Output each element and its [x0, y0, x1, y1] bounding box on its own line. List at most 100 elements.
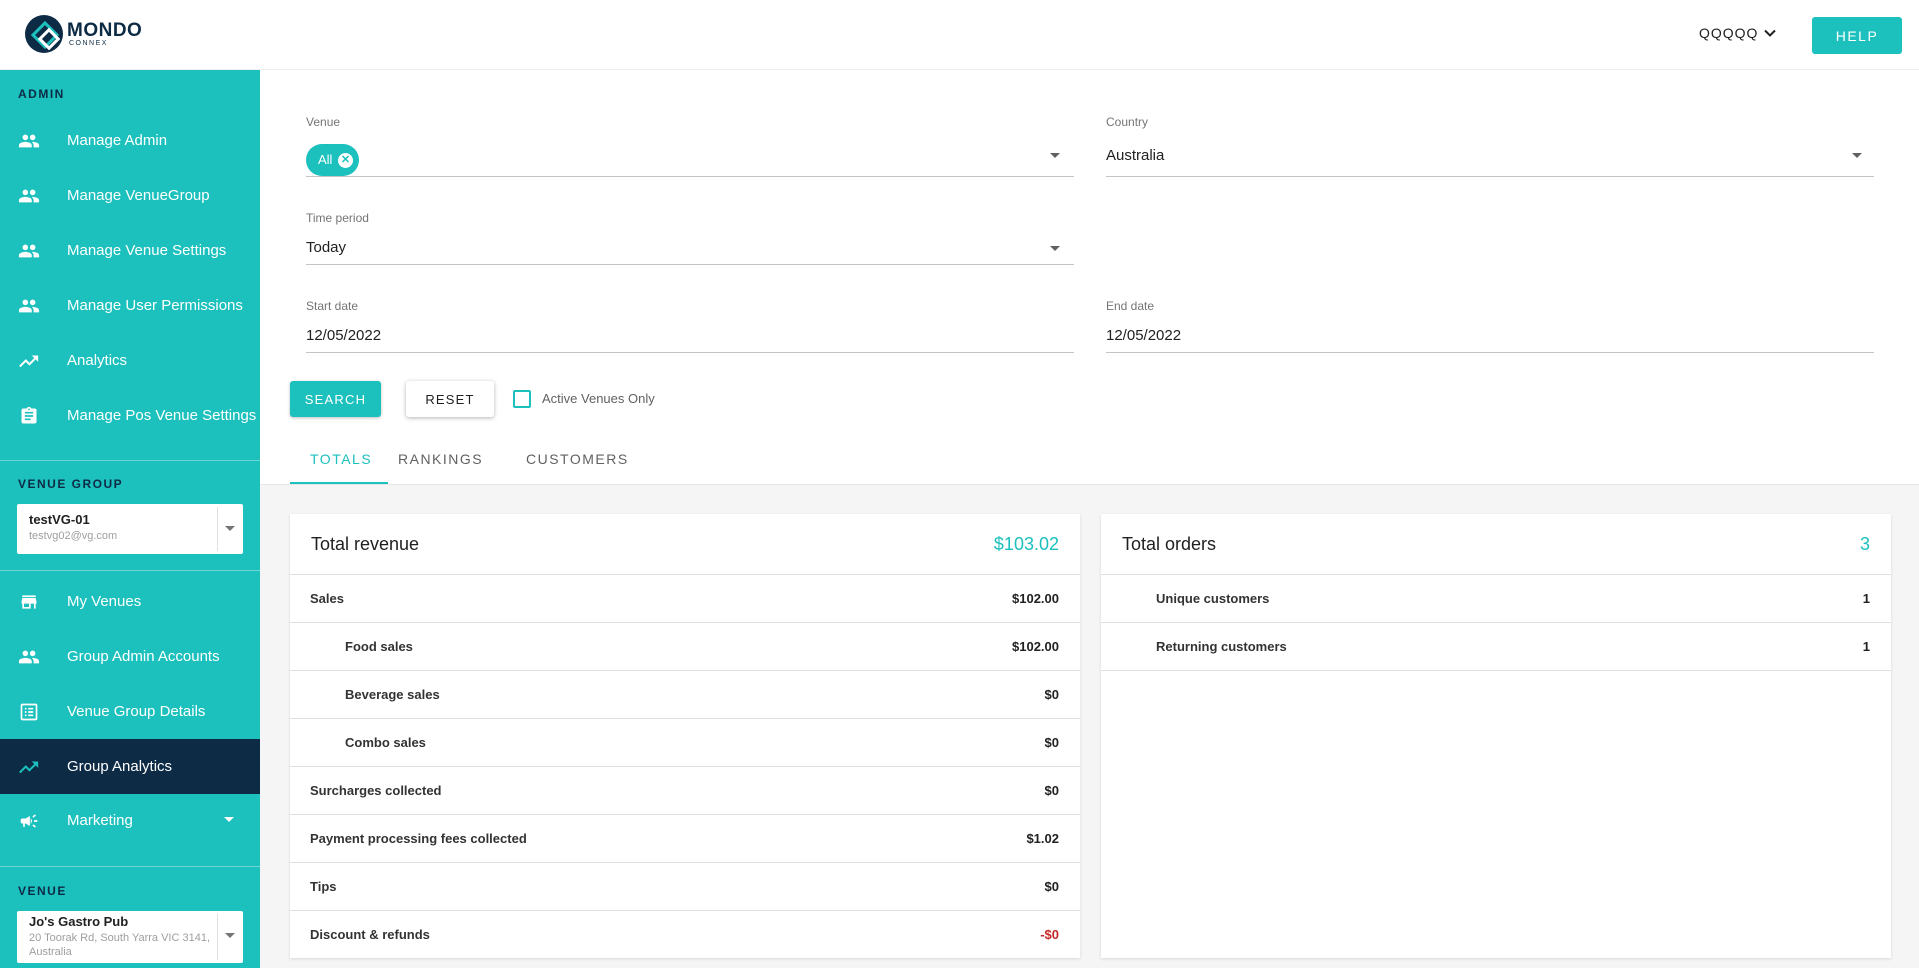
card-title: Total orders: [1122, 534, 1217, 554]
admin-section-title: ADMIN: [18, 87, 65, 101]
caret-down-icon: [224, 817, 234, 822]
time-period-label: Time period: [306, 211, 369, 225]
sidebar-item-marketing[interactable]: Marketing: [0, 793, 260, 848]
dropdown-arrow-icon: [1852, 153, 1862, 158]
store-icon: [18, 591, 40, 613]
sidebar-item-manage-venue-settings[interactable]: Manage Venue Settings: [0, 223, 260, 278]
sidebar-divider: [0, 570, 260, 571]
tab-rankings[interactable]: RANKINGS: [398, 440, 498, 484]
revenue-row-processing-fees: Payment processing fees collected $1.02: [290, 815, 1080, 863]
venue-group-name: testVG-01: [29, 512, 90, 527]
revenue-row-combo-sales: Combo sales $0: [290, 719, 1080, 767]
user-menu[interactable]: QQQQQ: [1699, 25, 1778, 41]
caret-down-icon: [225, 933, 235, 938]
card-title: Total revenue: [311, 534, 420, 554]
people-icon: [18, 646, 40, 668]
sidebar-item-label: Manage User Permissions: [67, 297, 243, 314]
venue-address: 20 Toorak Rd, South Yarra VIC 3141, Aust…: [29, 932, 211, 958]
venue-group-section-title: VENUE GROUP: [18, 477, 124, 491]
orders-row-unique-customers: Unique customers 1: [1101, 575, 1891, 623]
venue-select[interactable]: Jo's Gastro Pub 20 Toorak Rd, South Yarr…: [17, 911, 243, 963]
revenue-row-surcharges: Surcharges collected $0: [290, 767, 1080, 815]
orders-row-returning-customers: Returning customers 1: [1101, 623, 1891, 671]
card-total-value: 3: [1859, 534, 1870, 554]
sidebar-item-label: Marketing: [67, 812, 133, 829]
sidebar-item-label: Manage Admin: [67, 132, 168, 149]
mondo-connex-logo[interactable]: MONDO CONNEX: [25, 15, 142, 53]
sidebar: ADMIN Manage Admin Manage VenueGroup Man…: [0, 70, 260, 968]
sidebar-item-manage-admin[interactable]: Manage Admin: [0, 113, 260, 168]
venue-chip-label: All: [318, 152, 333, 167]
sidebar-item-my-venues[interactable]: My Venues: [0, 574, 260, 629]
active-venues-checkbox[interactable]: [513, 390, 531, 408]
tab-totals[interactable]: TOTALS: [290, 440, 388, 484]
revenue-row-beverage-sales: Beverage sales $0: [290, 671, 1080, 719]
people-icon: [18, 295, 40, 317]
logo-wordmark: MONDO: [67, 20, 143, 41]
sidebar-item-group-admin-accounts[interactable]: Group Admin Accounts: [0, 629, 260, 684]
chip-remove-icon[interactable]: ✕: [338, 153, 353, 168]
people-icon: [18, 130, 40, 152]
start-date-value: 12/05/2022: [306, 327, 382, 344]
sidebar-item-label: Venue Group Details: [67, 703, 206, 720]
sidebar-divider: [0, 866, 260, 867]
revenue-row-food-sales: Food sales $102.00: [290, 623, 1080, 671]
time-period-value: Today: [306, 239, 347, 256]
sidebar-item-label: Group Admin Accounts: [67, 648, 220, 665]
sidebar-item-label: My Venues: [67, 593, 142, 610]
dropdown-arrow-icon: [1050, 153, 1060, 158]
sidebar-item-label: Manage Pos Venue Settings: [67, 407, 257, 424]
trending-up-icon: [18, 756, 40, 778]
venue-label: Venue: [306, 115, 341, 129]
sidebar-item-manage-user-permissions[interactable]: Manage User Permissions: [0, 278, 260, 333]
time-period-field[interactable]: Time period Today: [306, 211, 1074, 265]
people-icon: [18, 185, 40, 207]
help-button[interactable]: HELP: [1812, 17, 1902, 54]
revenue-row-discounts: Discount & refunds -$0: [310, 927, 1059, 942]
dropdown-arrow-icon: [1050, 246, 1060, 251]
logo-subtitle: CONNEX: [69, 40, 108, 47]
start-date-label: Start date: [306, 299, 359, 313]
sidebar-item-label: Group Analytics: [67, 758, 173, 775]
user-name: QQQQQ: [1699, 25, 1759, 41]
revenue-row-tips: Tips $0: [290, 863, 1080, 911]
sidebar-item-manage-pos-venue-settings[interactable]: Manage Pos Venue Settings: [0, 388, 260, 443]
sidebar-item-group-analytics[interactable]: Group Analytics: [0, 739, 260, 794]
top-app-bar: MONDO CONNEX QQQQQ HELP: [0, 0, 1919, 70]
sidebar-divider: [0, 460, 260, 461]
venue-chip[interactable]: All ✕: [306, 144, 359, 176]
sidebar-item-label: Manage VenueGroup: [67, 187, 210, 204]
venue-group-email: testvg02@vg.com: [29, 530, 118, 542]
chevron-down-icon: [1764, 29, 1777, 37]
megaphone-icon: [18, 810, 40, 832]
sidebar-item-label: Analytics: [67, 352, 128, 369]
tab-customers[interactable]: CUSTOMERS: [526, 440, 636, 484]
reset-button[interactable]: RESET: [406, 381, 494, 417]
country-label: Country: [1106, 115, 1149, 129]
people-icon: [18, 240, 40, 262]
end-date-value: 12/05/2022: [1106, 327, 1182, 344]
search-button[interactable]: SEARCH: [290, 381, 381, 417]
clipboard-icon: [18, 405, 40, 427]
logo-mark-icon: [25, 15, 63, 53]
active-venues-label[interactable]: Active Venues Only: [542, 391, 655, 406]
total-revenue-card: Total revenue $103.02 Sales $102.00 Food…: [290, 514, 1080, 958]
trending-up-icon: [18, 350, 40, 372]
country-field[interactable]: Country Australia: [1106, 115, 1874, 177]
sidebar-item-manage-venuegroup[interactable]: Manage VenueGroup: [0, 168, 260, 223]
venue-field[interactable]: Venue All ✕: [306, 115, 1074, 177]
venue-group-select[interactable]: testVG-01 testvg02@vg.com: [17, 504, 243, 554]
analytics-tabs: TOTALS RANKINGS CUSTOMERS: [290, 440, 1890, 484]
sidebar-item-label: Manage Venue Settings: [67, 242, 227, 259]
end-date-label: End date: [1106, 299, 1155, 313]
start-date-field[interactable]: Start date 12/05/2022: [306, 299, 1074, 353]
end-date-field[interactable]: End date 12/05/2022: [1106, 299, 1874, 353]
venue-section-title: VENUE: [18, 884, 67, 898]
list-icon: [18, 701, 40, 723]
sidebar-item-analytics[interactable]: Analytics: [0, 333, 260, 388]
card-total-value: $103.02: [993, 534, 1059, 554]
revenue-row-sales: Sales $102.00: [290, 575, 1080, 623]
sidebar-item-venue-group-details[interactable]: Venue Group Details: [0, 684, 260, 739]
total-orders-card: Total orders 3 Unique customers 1 Return…: [1101, 514, 1891, 958]
venue-name: Jo's Gastro Pub: [29, 914, 129, 929]
